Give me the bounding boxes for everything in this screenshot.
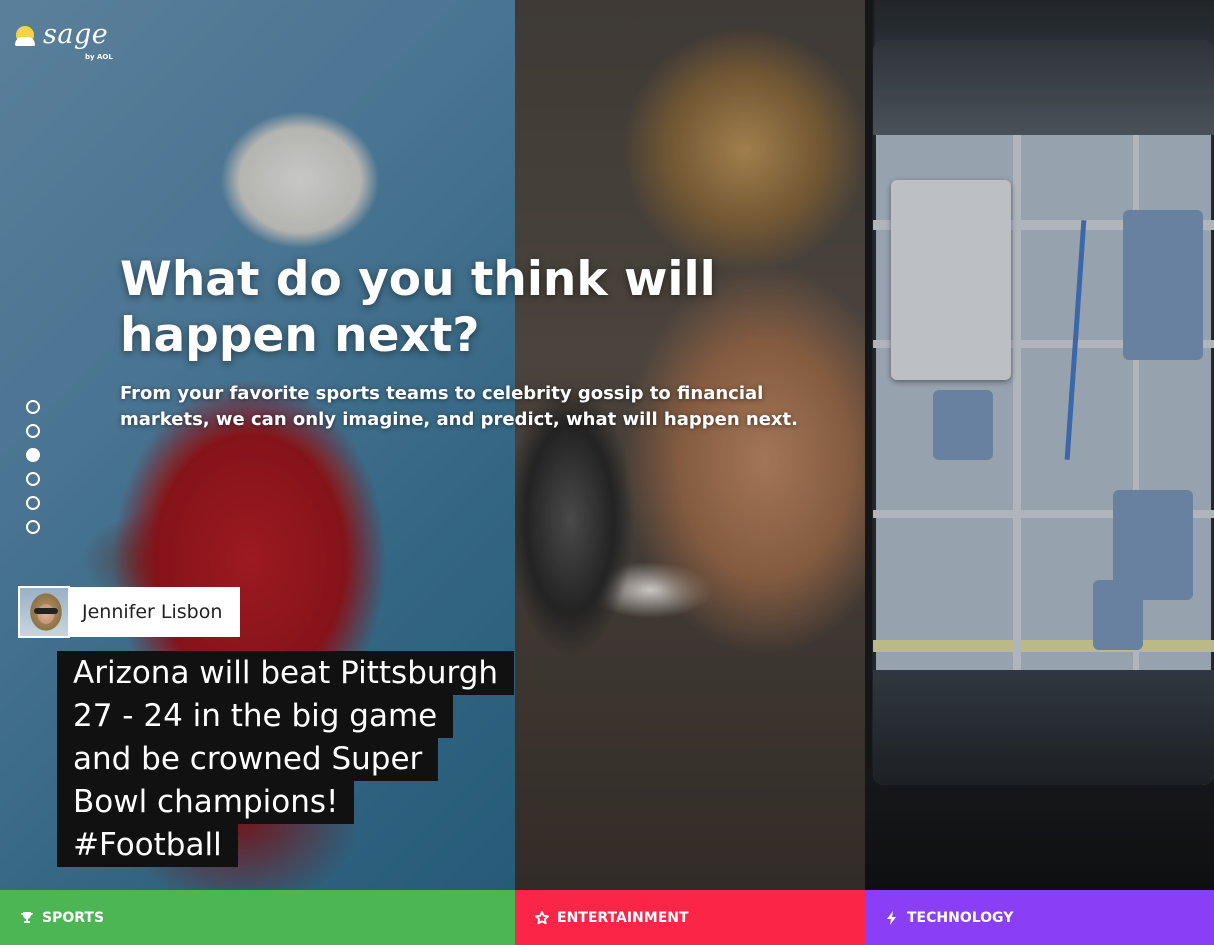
category-entertainment[interactable]: ENTERTAINMENT [515, 890, 865, 945]
category-label: ENTERTAINMENT [557, 909, 689, 926]
category-bar: SPORTS ENTERTAINMENT TECHNOLOGY [0, 890, 1214, 945]
slide-dot-5[interactable] [26, 496, 40, 510]
slide-dot-4[interactable] [26, 472, 40, 486]
logo-byline: by AOL [85, 53, 113, 61]
logo-text: sage [43, 19, 109, 50]
prediction-text-block: Arizona will beat Pittsburgh 27 - 24 in … [57, 651, 515, 867]
trophy-icon [20, 911, 34, 925]
slide-dot-1[interactable] [26, 400, 40, 414]
prediction-text: Arizona will beat Pittsburgh 27 - 24 in … [57, 651, 515, 867]
author-name: Jennifer Lisbon [70, 587, 241, 637]
slide-dots-nav [26, 400, 40, 544]
category-sports[interactable]: SPORTS [0, 890, 515, 945]
slide-dot-2[interactable] [26, 424, 40, 438]
lightning-icon [885, 910, 899, 925]
sun-icon [15, 26, 35, 46]
slide-dot-6[interactable] [26, 520, 40, 534]
avatar [18, 586, 70, 638]
category-label: SPORTS [42, 909, 105, 926]
sage-logo[interactable]: sage by AOL [15, 19, 113, 61]
hero-subline: From your favorite sports teams to celeb… [120, 383, 798, 430]
star-icon [535, 910, 549, 925]
slide-dot-3[interactable] [26, 448, 40, 462]
technology-background-image [865, 0, 1214, 890]
hero-headline: What do you think will happen next? [120, 252, 716, 363]
entertainment-background-image [515, 0, 865, 890]
category-label: TECHNOLOGY [907, 909, 1014, 926]
prediction-author[interactable]: Jennifer Lisbon [18, 586, 241, 638]
category-technology[interactable]: TECHNOLOGY [865, 890, 1214, 945]
